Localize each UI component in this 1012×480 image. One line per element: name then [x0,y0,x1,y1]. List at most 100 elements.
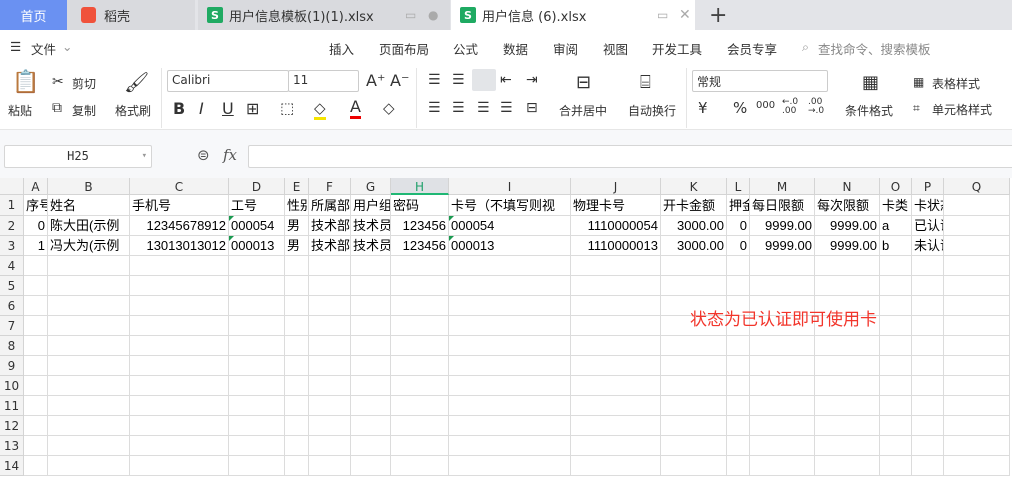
column-header-P[interactable]: P [912,178,944,195]
cell-A13[interactable] [24,436,48,456]
cell-K12[interactable] [661,416,727,436]
select-all-corner[interactable] [0,178,24,195]
cell-F5[interactable] [309,276,351,296]
cell-P11[interactable] [912,396,944,416]
cell-D4[interactable] [229,256,285,276]
cell-M8[interactable] [750,336,815,356]
search-input[interactable]: 查找命令、搜索模板 [818,39,931,58]
cell-G4[interactable] [351,256,391,276]
cell-Q14[interactable] [944,456,1010,476]
align-right-icon[interactable]: ☰ [477,100,490,116]
cell-D6[interactable] [229,296,285,316]
row-header-5[interactable]: 5 [0,276,24,296]
menu-file[interactable]: 文件 [31,39,56,58]
row-header-14[interactable]: 14 [0,456,24,476]
column-header-E[interactable]: E [285,178,309,195]
cell-P6[interactable] [912,296,944,316]
cell-L1[interactable]: 押金 [727,195,750,216]
cell-H2[interactable]: 123456 [391,216,449,236]
cell-C8[interactable] [130,336,229,356]
cell-B7[interactable] [48,316,130,336]
cell-G12[interactable] [351,416,391,436]
tab-template-file[interactable]: S 用户信息模板(1)(1).xlsx ▭ ● [198,0,450,30]
cell-K4[interactable] [661,256,727,276]
cell-C9[interactable] [130,356,229,376]
fx-button[interactable]: fx [223,146,237,164]
column-header-Q[interactable]: Q [944,178,1010,195]
cell-N14[interactable] [815,456,880,476]
cell-G14[interactable] [351,456,391,476]
cell-Q2[interactable] [944,216,1010,236]
cell-Q8[interactable] [944,336,1010,356]
row-header-4[interactable]: 4 [0,256,24,276]
cell-L5[interactable] [727,276,750,296]
cell-L4[interactable] [727,256,750,276]
underline-icon[interactable]: U [222,99,234,118]
cell-F7[interactable] [309,316,351,336]
cell-M4[interactable] [750,256,815,276]
column-header-F[interactable]: F [309,178,351,195]
cell-O5[interactable] [880,276,912,296]
row-header-11[interactable]: 11 [0,396,24,416]
conditional-format-button[interactable]: 条件格式 [845,102,893,119]
cell-F9[interactable] [309,356,351,376]
cell-D7[interactable] [229,316,285,336]
cell-B14[interactable] [48,456,130,476]
cell-fill-icon[interactable]: ⬚ [280,99,294,117]
cell-K10[interactable] [661,376,727,396]
cell-D11[interactable] [229,396,285,416]
cell-O7[interactable] [880,316,912,336]
cell-J4[interactable] [571,256,661,276]
column-header-K[interactable]: K [661,178,727,195]
cell-K3[interactable]: 3000.00 [661,236,727,256]
cell-I10[interactable] [449,376,571,396]
close-icon[interactable]: ✕ [679,7,691,23]
cell-D1[interactable]: 工号 [229,195,285,216]
cell-L14[interactable] [727,456,750,476]
cell-B5[interactable] [48,276,130,296]
cell-N3[interactable]: 9999.00 [815,236,880,256]
zoom-formula-icon[interactable]: ⊜ [197,146,210,164]
cell-D14[interactable] [229,456,285,476]
cell-A3[interactable]: 1 [24,236,48,256]
row-header-7[interactable]: 7 [0,316,24,336]
cell-B10[interactable] [48,376,130,396]
cell-M9[interactable] [750,356,815,376]
cell-H7[interactable] [391,316,449,336]
cell-B12[interactable] [48,416,130,436]
cell-I12[interactable] [449,416,571,436]
percent-icon[interactable]: % [733,99,747,117]
cell-I6[interactable] [449,296,571,316]
cell-H8[interactable] [391,336,449,356]
bold-icon[interactable]: B [173,99,185,118]
column-header-N[interactable]: N [815,178,880,195]
column-header-M[interactable]: M [750,178,815,195]
decrease-decimal-icon[interactable]: ←.0.00 [782,98,798,116]
cell-K11[interactable] [661,396,727,416]
indent-decrease-icon[interactable]: ⇤ [500,72,512,88]
cell-I4[interactable] [449,256,571,276]
cell-A11[interactable] [24,396,48,416]
cell-C7[interactable] [130,316,229,336]
cell-J2[interactable]: 1110000054 [571,216,661,236]
formula-input[interactable] [248,145,1012,168]
cell-L12[interactable] [727,416,750,436]
cell-D5[interactable] [229,276,285,296]
cell-P10[interactable] [912,376,944,396]
cell-F10[interactable] [309,376,351,396]
align-middle-icon[interactable]: ☰ [452,72,465,88]
cell-N1[interactable]: 每次限额 [815,195,880,216]
row-header-13[interactable]: 13 [0,436,24,456]
cell-I2[interactable]: 000054 [449,216,571,236]
cell-O2[interactable]: a [880,216,912,236]
menu-view[interactable]: 视图 [603,39,628,58]
row-header-2[interactable]: 2 [0,216,24,236]
font-color-icon[interactable]: A [350,97,361,119]
cell-I14[interactable] [449,456,571,476]
cell-Q13[interactable] [944,436,1010,456]
cell-F8[interactable] [309,336,351,356]
cell-G3[interactable]: 技术员 [351,236,391,256]
cell-Q4[interactable] [944,256,1010,276]
merge-center-button[interactable]: 合并居中 [559,102,607,119]
cell-A5[interactable] [24,276,48,296]
